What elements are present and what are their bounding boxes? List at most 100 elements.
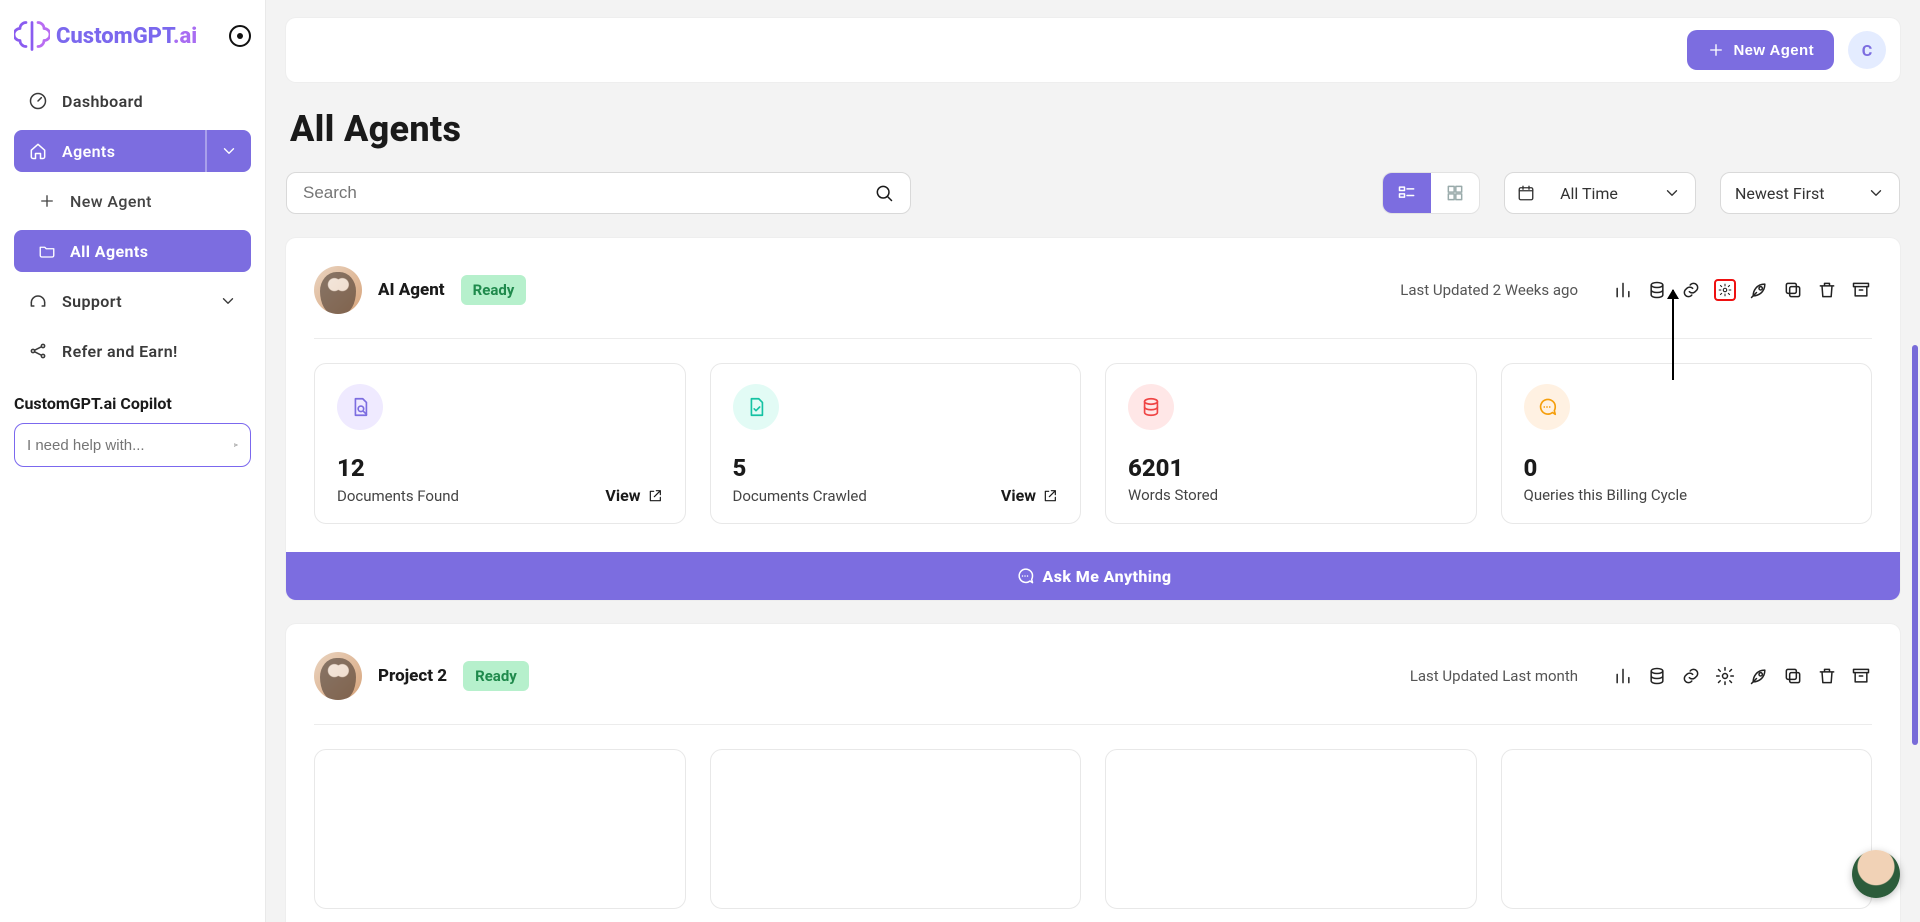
copy-icon (1783, 666, 1803, 686)
plus-icon (38, 192, 56, 210)
stat-placeholder (1105, 749, 1477, 909)
archive-icon (1851, 280, 1871, 300)
stat-view-link[interactable]: View (605, 486, 662, 505)
view-list-button[interactable] (1383, 173, 1431, 213)
headphones-icon (28, 291, 48, 311)
archive-button[interactable] (1850, 279, 1872, 301)
stat-documents-crawled: 5 Documents Crawled View (710, 363, 1082, 524)
database-icon (1128, 384, 1174, 430)
status-badge: Ready (461, 275, 527, 305)
sidebar-item-support[interactable]: Support (14, 280, 251, 322)
trash-icon (1817, 280, 1837, 300)
scroll-indicator[interactable] (1912, 345, 1918, 745)
link-button[interactable] (1680, 279, 1702, 301)
chat-widget-avatar[interactable] (1852, 850, 1900, 898)
agent-name: AI Agent (378, 280, 445, 300)
doc-check-icon (733, 384, 779, 430)
status-badge: Ready (463, 661, 529, 691)
settings-button[interactable] (1714, 279, 1736, 301)
copilot-input-wrap[interactable] (14, 423, 251, 467)
archive-button[interactable] (1850, 665, 1872, 687)
deploy-button[interactable] (1748, 279, 1770, 301)
sidebar-item-new-agent[interactable]: New Agent (14, 180, 251, 222)
home-icon (28, 141, 48, 161)
stat-label: Documents Found (337, 487, 459, 505)
search-input[interactable] (303, 183, 874, 203)
archive-icon (1851, 666, 1871, 686)
grid-icon (1445, 183, 1465, 203)
last-updated: Last Updated 2 Weeks ago (1400, 281, 1578, 299)
data-button[interactable] (1646, 279, 1668, 301)
deploy-button[interactable] (1748, 665, 1770, 687)
database-icon (1647, 280, 1667, 300)
settings-button[interactable] (1714, 665, 1736, 687)
analytics-button[interactable] (1612, 665, 1634, 687)
sidebar-item-label: Support (62, 292, 122, 311)
bar-chart-icon (1613, 280, 1633, 300)
gear-icon (1718, 281, 1732, 299)
delete-button[interactable] (1816, 665, 1838, 687)
chat-icon (1015, 566, 1035, 586)
link-button[interactable] (1680, 665, 1702, 687)
sidebar-item-label: All Agents (70, 242, 148, 261)
page-title: All Agents (290, 108, 1896, 150)
copilot-title: CustomGPT.ai Copilot (14, 394, 251, 413)
copilot-input[interactable] (27, 437, 226, 454)
plus-icon (1707, 41, 1725, 59)
brand-text: CustomGPT.ai (56, 24, 197, 49)
agent-avatar (314, 652, 362, 700)
external-link-icon (1042, 488, 1058, 504)
new-agent-button[interactable]: New Agent (1687, 30, 1834, 70)
duplicate-button[interactable] (1782, 665, 1804, 687)
gauge-icon (28, 91, 48, 111)
stat-placeholder (710, 749, 1082, 909)
avatar-initial: C (1862, 41, 1872, 60)
chevron-down-icon (1663, 184, 1681, 202)
brand-logo[interactable]: CustomGPT.ai (14, 18, 197, 54)
copy-icon (1783, 280, 1803, 300)
sidebar: CustomGPT.ai Dashboard Agents New Agent … (0, 0, 266, 922)
account-avatar[interactable]: C (1848, 31, 1886, 69)
brain-icon (14, 18, 50, 54)
new-agent-label: New Agent (1733, 42, 1814, 59)
analytics-button[interactable] (1612, 279, 1634, 301)
sidebar-item-refer[interactable]: Refer and Earn! (14, 330, 251, 372)
stat-value: 6201 (1128, 454, 1454, 482)
chevron-down-icon (220, 142, 238, 160)
agent-action-icons (1612, 279, 1872, 301)
agent-header: Project 2 Ready Last Updated Last month (314, 652, 1872, 700)
search-box[interactable] (286, 172, 911, 214)
chevron-down-icon (1867, 184, 1885, 202)
sidebar-collapse-button[interactable] (229, 25, 251, 47)
data-button[interactable] (1646, 665, 1668, 687)
gear-icon (1715, 666, 1735, 686)
sidebar-item-agents[interactable]: Agents (14, 130, 251, 172)
duplicate-button[interactable] (1782, 279, 1804, 301)
stat-label: Documents Crawled (733, 487, 867, 505)
stat-view-link[interactable]: View (1001, 486, 1058, 505)
stat-placeholder (314, 749, 686, 909)
sort-filter[interactable]: Newest First (1720, 172, 1900, 214)
stat-placeholder (1501, 749, 1873, 909)
search-icon[interactable] (874, 183, 894, 203)
copilot-section: CustomGPT.ai Copilot (14, 394, 251, 467)
agents-expand-toggle[interactable] (205, 130, 251, 172)
time-filter-label: All Time (1560, 184, 1618, 203)
sidebar-item-all-agents[interactable]: All Agents (14, 230, 251, 272)
stat-label: Queries this Billing Cycle (1524, 486, 1688, 504)
sidebar-item-label: New Agent (70, 192, 152, 211)
stat-documents-found: 12 Documents Found View (314, 363, 686, 524)
sidebar-item-dashboard[interactable]: Dashboard (14, 80, 251, 122)
chat-icon (1524, 384, 1570, 430)
time-filter[interactable]: All Time (1504, 172, 1696, 214)
stat-value: 0 (1524, 454, 1850, 482)
ask-me-anything-button[interactable]: Ask Me Anything (286, 552, 1900, 600)
list-icon (1397, 183, 1417, 203)
send-icon[interactable] (234, 435, 238, 455)
link-icon (1681, 280, 1701, 300)
agent-card: AI Agent Ready Last Updated 2 Weeks ago … (286, 238, 1900, 600)
agent-avatar (314, 266, 362, 314)
view-grid-button[interactable] (1431, 173, 1479, 213)
delete-button[interactable] (1816, 279, 1838, 301)
folder-icon (38, 242, 56, 260)
